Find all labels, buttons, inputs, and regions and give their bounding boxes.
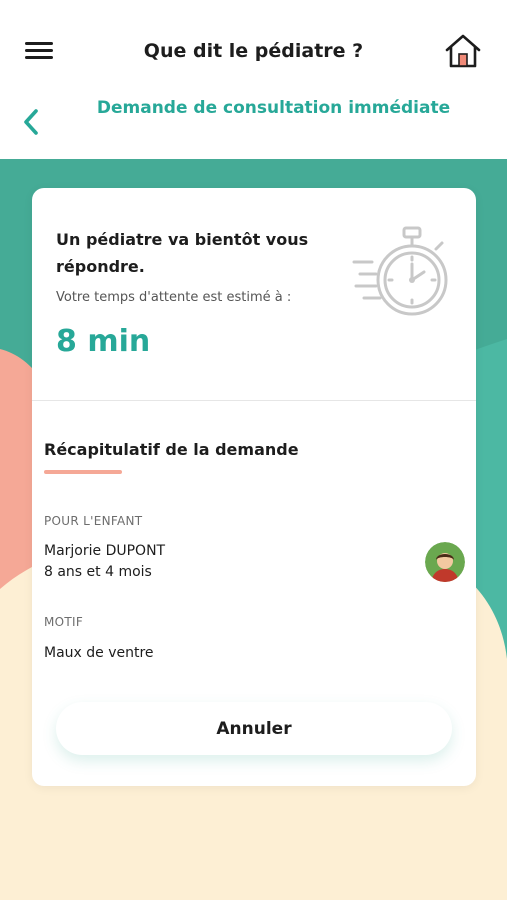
wait-time: 8 min [56, 324, 151, 359]
page-title: Demande de consultation immédiate [96, 98, 451, 118]
consultation-card: Un pédiatre va bientôt vous répondre. Vo… [32, 188, 476, 786]
child-name: Marjorie DUPONT [44, 543, 166, 559]
recap-underline [44, 470, 122, 474]
app-title: Que dit le pédiatre ? [143, 40, 364, 62]
reason-value: Maux de ventre [44, 645, 154, 661]
cancel-button[interactable]: Annuler [56, 702, 452, 755]
child-age: 8 ans et 4 mois [44, 564, 152, 580]
child-label: POUR L'ENFANT [44, 514, 143, 528]
chevron-left-icon[interactable] [20, 107, 42, 137]
sub-header: Demande de consultation immédiate [0, 95, 507, 159]
reason-label: MOTIF [44, 615, 84, 629]
wait-subtitle: Votre temps d'attente est estimé à : [56, 290, 292, 305]
app-bar: Que dit le pédiatre ? [0, 0, 507, 95]
wait-title: Un pédiatre va bientôt vous répondre. [56, 230, 309, 276]
home-icon[interactable] [444, 33, 482, 69]
child-avatar-icon[interactable] [425, 542, 465, 582]
recap-title: Récapitulatif de la demande [44, 440, 299, 459]
section-divider [32, 400, 476, 401]
stopwatch-icon [352, 226, 448, 316]
